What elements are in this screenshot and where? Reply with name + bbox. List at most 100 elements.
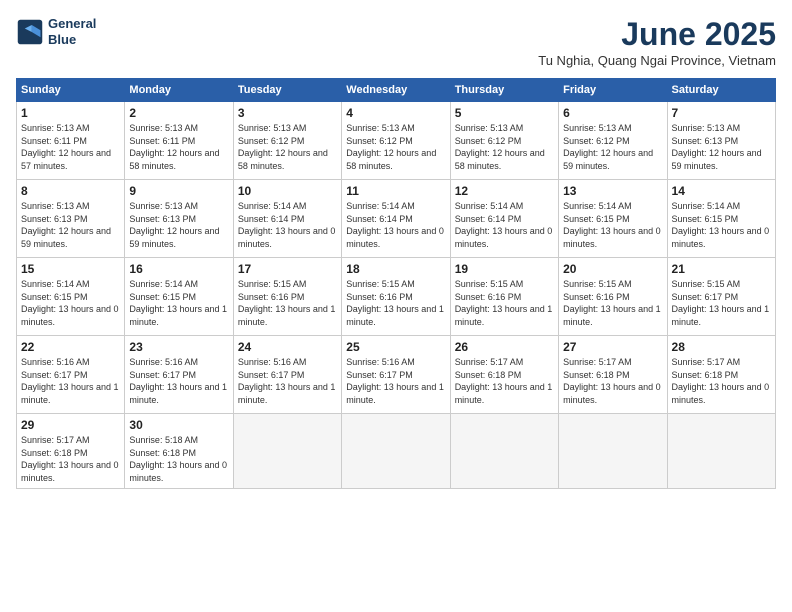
sunset-label: Sunset: 6:17 PM — [672, 292, 739, 302]
table-row: 12 Sunrise: 5:14 AM Sunset: 6:14 PM Dayl… — [450, 180, 558, 258]
table-row: 5 Sunrise: 5:13 AM Sunset: 6:12 PM Dayli… — [450, 102, 558, 180]
day-number: 8 — [21, 184, 120, 198]
table-row: 10 Sunrise: 5:14 AM Sunset: 6:14 PM Dayl… — [233, 180, 341, 258]
daylight-label: Daylight: 13 hours and 1 minute. — [129, 382, 227, 405]
day-number: 16 — [129, 262, 228, 276]
daylight-label: Daylight: 13 hours and 0 minutes. — [672, 382, 770, 405]
table-row: 27 Sunrise: 5:17 AM Sunset: 6:18 PM Dayl… — [559, 336, 667, 414]
sunrise-label: Sunrise: 5:15 AM — [346, 279, 415, 289]
table-row — [559, 414, 667, 489]
daylight-label: Daylight: 13 hours and 1 minute. — [455, 382, 553, 405]
sunrise-label: Sunrise: 5:17 AM — [563, 357, 632, 367]
sunset-label: Sunset: 6:17 PM — [238, 370, 305, 380]
day-info: Sunrise: 5:14 AM Sunset: 6:15 PM Dayligh… — [129, 278, 228, 328]
day-info: Sunrise: 5:17 AM Sunset: 6:18 PM Dayligh… — [455, 356, 554, 406]
sunset-label: Sunset: 6:12 PM — [238, 136, 305, 146]
sunrise-label: Sunrise: 5:16 AM — [238, 357, 307, 367]
day-number: 4 — [346, 106, 445, 120]
daylight-label: Daylight: 12 hours and 58 minutes. — [346, 148, 436, 171]
day-number: 7 — [672, 106, 771, 120]
daylight-label: Daylight: 13 hours and 1 minute. — [672, 304, 770, 327]
sunrise-label: Sunrise: 5:17 AM — [21, 435, 90, 445]
sunset-label: Sunset: 6:18 PM — [563, 370, 630, 380]
table-row — [233, 414, 341, 489]
day-number: 28 — [672, 340, 771, 354]
sunset-label: Sunset: 6:14 PM — [455, 214, 522, 224]
sunset-label: Sunset: 6:11 PM — [129, 136, 195, 146]
daylight-label: Daylight: 13 hours and 1 minute. — [238, 304, 336, 327]
day-number: 19 — [455, 262, 554, 276]
sunrise-label: Sunrise: 5:13 AM — [672, 123, 741, 133]
day-number: 3 — [238, 106, 337, 120]
daylight-label: Daylight: 12 hours and 58 minutes. — [238, 148, 328, 171]
sunrise-label: Sunrise: 5:15 AM — [238, 279, 307, 289]
calendar-week-3: 15 Sunrise: 5:14 AM Sunset: 6:15 PM Dayl… — [17, 258, 776, 336]
daylight-label: Daylight: 13 hours and 0 minutes. — [346, 226, 444, 249]
daylight-label: Daylight: 12 hours and 59 minutes. — [21, 226, 111, 249]
day-info: Sunrise: 5:14 AM Sunset: 6:14 PM Dayligh… — [238, 200, 337, 250]
day-info: Sunrise: 5:18 AM Sunset: 6:18 PM Dayligh… — [129, 434, 228, 484]
table-row: 16 Sunrise: 5:14 AM Sunset: 6:15 PM Dayl… — [125, 258, 233, 336]
daylight-label: Daylight: 12 hours and 58 minutes. — [455, 148, 545, 171]
day-info: Sunrise: 5:16 AM Sunset: 6:17 PM Dayligh… — [346, 356, 445, 406]
sunrise-label: Sunrise: 5:13 AM — [129, 201, 198, 211]
page: General Blue June 2025 Tu Nghia, Quang N… — [0, 0, 792, 612]
day-number: 24 — [238, 340, 337, 354]
calendar-week-2: 8 Sunrise: 5:13 AM Sunset: 6:13 PM Dayli… — [17, 180, 776, 258]
table-row: 14 Sunrise: 5:14 AM Sunset: 6:15 PM Dayl… — [667, 180, 775, 258]
sunset-label: Sunset: 6:17 PM — [346, 370, 413, 380]
sunset-label: Sunset: 6:16 PM — [563, 292, 630, 302]
sunrise-label: Sunrise: 5:14 AM — [455, 201, 524, 211]
day-number: 23 — [129, 340, 228, 354]
day-info: Sunrise: 5:13 AM Sunset: 6:12 PM Dayligh… — [346, 122, 445, 172]
day-info: Sunrise: 5:13 AM Sunset: 6:13 PM Dayligh… — [21, 200, 120, 250]
sunset-label: Sunset: 6:15 PM — [672, 214, 739, 224]
sunrise-label: Sunrise: 5:14 AM — [563, 201, 632, 211]
table-row: 21 Sunrise: 5:15 AM Sunset: 6:17 PM Dayl… — [667, 258, 775, 336]
day-info: Sunrise: 5:13 AM Sunset: 6:11 PM Dayligh… — [21, 122, 120, 172]
sunset-label: Sunset: 6:12 PM — [346, 136, 413, 146]
sunset-label: Sunset: 6:14 PM — [346, 214, 413, 224]
sunrise-label: Sunrise: 5:15 AM — [672, 279, 741, 289]
sunset-label: Sunset: 6:11 PM — [21, 136, 87, 146]
calendar-table: Sunday Monday Tuesday Wednesday Thursday… — [16, 78, 776, 489]
day-number: 12 — [455, 184, 554, 198]
day-number: 29 — [21, 418, 120, 432]
table-row: 7 Sunrise: 5:13 AM Sunset: 6:13 PM Dayli… — [667, 102, 775, 180]
day-info: Sunrise: 5:14 AM Sunset: 6:14 PM Dayligh… — [455, 200, 554, 250]
calendar-header-row: Sunday Monday Tuesday Wednesday Thursday… — [17, 79, 776, 102]
calendar-week-1: 1 Sunrise: 5:13 AM Sunset: 6:11 PM Dayli… — [17, 102, 776, 180]
calendar-week-4: 22 Sunrise: 5:16 AM Sunset: 6:17 PM Dayl… — [17, 336, 776, 414]
col-thursday: Thursday — [450, 79, 558, 102]
table-row: 23 Sunrise: 5:16 AM Sunset: 6:17 PM Dayl… — [125, 336, 233, 414]
daylight-label: Daylight: 13 hours and 1 minute. — [346, 304, 444, 327]
table-row — [450, 414, 558, 489]
sunrise-label: Sunrise: 5:13 AM — [455, 123, 524, 133]
table-row: 26 Sunrise: 5:17 AM Sunset: 6:18 PM Dayl… — [450, 336, 558, 414]
daylight-label: Daylight: 12 hours and 59 minutes. — [563, 148, 653, 171]
day-number: 11 — [346, 184, 445, 198]
table-row: 8 Sunrise: 5:13 AM Sunset: 6:13 PM Dayli… — [17, 180, 125, 258]
table-row: 3 Sunrise: 5:13 AM Sunset: 6:12 PM Dayli… — [233, 102, 341, 180]
daylight-label: Daylight: 13 hours and 1 minute. — [129, 304, 227, 327]
sunrise-label: Sunrise: 5:13 AM — [346, 123, 415, 133]
day-info: Sunrise: 5:13 AM Sunset: 6:12 PM Dayligh… — [455, 122, 554, 172]
col-friday: Friday — [559, 79, 667, 102]
table-row: 30 Sunrise: 5:18 AM Sunset: 6:18 PM Dayl… — [125, 414, 233, 489]
table-row: 2 Sunrise: 5:13 AM Sunset: 6:11 PM Dayli… — [125, 102, 233, 180]
day-info: Sunrise: 5:13 AM Sunset: 6:13 PM Dayligh… — [129, 200, 228, 250]
sunrise-label: Sunrise: 5:13 AM — [238, 123, 307, 133]
sunrise-label: Sunrise: 5:15 AM — [563, 279, 632, 289]
sunset-label: Sunset: 6:16 PM — [346, 292, 413, 302]
sunrise-label: Sunrise: 5:14 AM — [129, 279, 198, 289]
table-row: 18 Sunrise: 5:15 AM Sunset: 6:16 PM Dayl… — [342, 258, 450, 336]
sunrise-label: Sunrise: 5:14 AM — [672, 201, 741, 211]
sunrise-label: Sunrise: 5:18 AM — [129, 435, 198, 445]
day-number: 14 — [672, 184, 771, 198]
sunrise-label: Sunrise: 5:13 AM — [21, 201, 90, 211]
table-row: 20 Sunrise: 5:15 AM Sunset: 6:16 PM Dayl… — [559, 258, 667, 336]
daylight-label: Daylight: 13 hours and 0 minutes. — [563, 382, 661, 405]
daylight-label: Daylight: 13 hours and 1 minute. — [346, 382, 444, 405]
table-row: 25 Sunrise: 5:16 AM Sunset: 6:17 PM Dayl… — [342, 336, 450, 414]
table-row: 24 Sunrise: 5:16 AM Sunset: 6:17 PM Dayl… — [233, 336, 341, 414]
